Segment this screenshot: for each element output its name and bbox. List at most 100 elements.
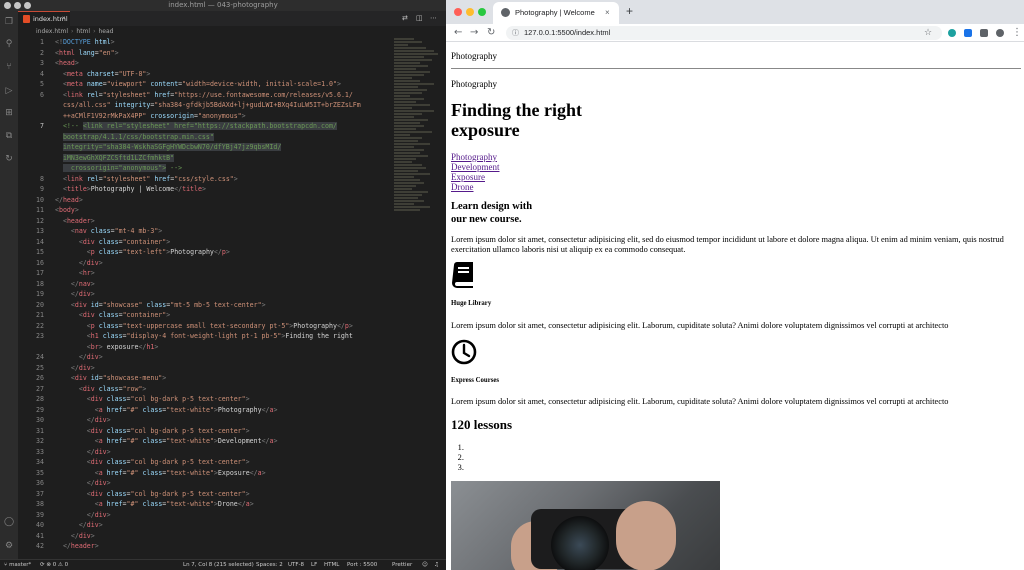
code-line[interactable]: 38 <a href="#" class="text-white">Drone<… <box>18 499 392 510</box>
puzzle-extensions-icon[interactable] <box>980 29 988 37</box>
url-text[interactable]: 127.0.0.1:5500/index.html <box>524 26 610 40</box>
account-icon[interactable]: ◯ <box>4 517 14 527</box>
breadcrumb-item[interactable]: head <box>98 28 113 35</box>
code-line[interactable]: 12 <header> <box>18 216 392 227</box>
breadcrumb-item[interactable]: html <box>76 28 90 35</box>
code-line[interactable]: 16 </div> <box>18 258 392 269</box>
back-arrow-icon[interactable]: ← <box>454 26 462 40</box>
code-line[interactable]: 39 </div> <box>18 510 392 521</box>
code-editor[interactable]: 1 <!DOCTYPE html> 2 <html lang="en"> 3 <head>… <box>18 37 392 559</box>
menu-link-exposure[interactable]: Exposure <box>451 172 500 182</box>
sync-icon[interactable]: ⟳ ⊗ 0 ⚠ 0 <box>40 560 68 570</box>
code-line[interactable]: 40 </div> <box>18 520 392 531</box>
info-icon[interactable]: ⓘ <box>512 26 519 40</box>
extension-icon[interactable] <box>964 29 972 37</box>
search-icon[interactable]: ⚲ <box>4 39 14 49</box>
more-actions-icon[interactable]: ⋯ <box>430 14 437 23</box>
code-line[interactable]: 28 <div class="col bg-dark p-5 text-cent… <box>18 394 392 405</box>
code-line[interactable]: 22 <p class="text-uppercase small text-s… <box>18 321 392 332</box>
minimap[interactable] <box>394 37 440 212</box>
code-line[interactable]: 3 <head> <box>18 58 392 69</box>
code-line[interactable]: ++aCMlF1V92rMkPaX4PP" crossorigin="anony… <box>18 111 392 122</box>
new-tab-button[interactable]: + <box>626 4 633 18</box>
language-mode[interactable]: HTML <box>324 560 339 570</box>
code-line[interactable]: 6 <link rel="stylesheet" href="https://u… <box>18 90 392 101</box>
code-line[interactable]: <br> exposure</h1> <box>18 342 392 353</box>
forward-arrow-icon[interactable]: → <box>470 26 478 40</box>
code-line[interactable]: 14 <div class="container"> <box>18 237 392 248</box>
branch-status[interactable]: ⑂ master* <box>4 560 31 570</box>
code-line[interactable]: 10 </head> <box>18 195 392 206</box>
encoding-status[interactable]: UTF-8 <box>288 560 304 570</box>
code-line[interactable]: 4 <meta charset="UTF-8"> <box>18 69 392 80</box>
remote-explorer-icon[interactable]: ⧉ <box>4 131 14 141</box>
settings-gear-icon[interactable]: ⚙ <box>4 541 14 551</box>
code-line[interactable]: 13 <nav class="mt-4 mb-3"> <box>18 226 392 237</box>
extension-icon[interactable] <box>948 29 956 37</box>
code-line[interactable]: 5 <meta name="viewport" content="width=d… <box>18 79 392 90</box>
code-line[interactable]: integrity="sha384-WskhaSGFgHYWDcbwN70/df… <box>18 142 392 153</box>
code-line[interactable]: 33 </div> <box>18 447 392 458</box>
prettier-status[interactable]: Prettier <box>392 560 412 570</box>
profile-avatar[interactable] <box>996 29 1004 37</box>
code-line[interactable]: 19 </div> <box>18 289 392 300</box>
code-line[interactable]: 26 <div id="showcase-menu"> <box>18 373 392 384</box>
live-share-icon[interactable]: ↻ <box>4 154 14 164</box>
eol-status[interactable]: LF <box>311 560 317 570</box>
tab-close-icon[interactable]: × <box>62 12 66 26</box>
maximize-window-icon[interactable] <box>478 8 486 16</box>
code-line[interactable]: 25 </div> <box>18 363 392 374</box>
indentation-status[interactable]: Spaces: 2 <box>256 560 283 570</box>
breadcrumb-item[interactable]: index.html <box>36 28 68 35</box>
code-line[interactable]: 31 <div class="col bg-dark p-5 text-cent… <box>18 426 392 437</box>
address-bar[interactable]: ⓘ 127.0.0.1:5500/index.html <box>506 26 942 40</box>
code-line[interactable]: 11 <body> <box>18 205 392 216</box>
code-line[interactable]: bootstrap/4.1.1/css/bootstrap.min.css" <box>18 132 392 143</box>
code-line[interactable]: 9 <title>Photography | Welcome</title> <box>18 184 392 195</box>
code-line[interactable]: iMN3ewGhXQFZCSftd1LZCfmhktB" <box>18 153 392 164</box>
bookmark-star-icon[interactable]: ☆ <box>924 26 932 40</box>
menu-link-development[interactable]: Development <box>451 162 500 172</box>
close-window-icon[interactable] <box>454 8 462 16</box>
menu-link-photography[interactable]: Photography <box>451 152 500 162</box>
code-line[interactable]: 27 <div class="row"> <box>18 384 392 395</box>
cursor-position[interactable]: Ln 7, Col 8 (215 selected) <box>183 560 254 570</box>
browser-tab[interactable]: Photography | Welcome × <box>493 2 619 24</box>
tab-close-icon[interactable]: × <box>605 2 610 24</box>
code-line[interactable]: 2 <html lang="en"> <box>18 48 392 59</box>
reload-icon[interactable]: ↻ <box>487 26 495 40</box>
code-line[interactable]: 8 <link rel="stylesheet" href="css/style… <box>18 174 392 185</box>
code-line[interactable]: 41 </div> <box>18 531 392 542</box>
code-line[interactable]: 29 <a href="#" class="text-white">Photog… <box>18 405 392 416</box>
open-changes-icon[interactable]: ⇄ <box>402 14 408 23</box>
source-control-icon[interactable]: ⑂ <box>4 62 14 72</box>
code-line[interactable]: 15 <p class="text-left">Photography</p> <box>18 247 392 258</box>
code-line[interactable]: 24 </div> <box>18 352 392 363</box>
tab-index-html[interactable]: index.html × <box>18 11 70 26</box>
code-line[interactable]: 23 <h1 class="display-4 font-weight-ligh… <box>18 331 392 342</box>
code-line[interactable]: css/all.css" integrity="sha384-gfdkjb5Bd… <box>18 100 392 111</box>
notifications-bell-icon[interactable]: ♫ <box>434 560 439 570</box>
code-line[interactable]: 42 </header> <box>18 541 392 552</box>
code-line[interactable]: 18 </nav> <box>18 279 392 290</box>
code-line[interactable]: 34 <div class="col bg-dark p-5 text-cent… <box>18 457 392 468</box>
split-editor-icon[interactable]: ◫ <box>416 14 423 23</box>
minimize-window-icon[interactable] <box>466 8 474 16</box>
feedback-icon[interactable]: ☺ <box>422 560 428 570</box>
explorer-icon[interactable]: ❐ <box>4 17 14 27</box>
code-line[interactable]: crossorigin="anonymous"> --> <box>18 163 392 174</box>
code-line[interactable]: 1 <!DOCTYPE html> <box>18 37 392 48</box>
extensions-icon[interactable]: ⊞ <box>4 108 14 118</box>
code-line[interactable]: 35 <a href="#" class="text-white">Exposu… <box>18 468 392 479</box>
code-line[interactable]: 37 <div class="col bg-dark p-5 text-cent… <box>18 489 392 500</box>
code-line[interactable]: 20 <div id="showcase" class="mt-5 mb-5 t… <box>18 300 392 311</box>
code-line[interactable]: 21 <div class="container"> <box>18 310 392 321</box>
run-debug-icon[interactable]: ▷ <box>4 86 14 96</box>
code-line[interactable]: 7 <!-- <link rel="stylesheet" href="http… <box>18 121 392 132</box>
live-server-port[interactable]: Port : 5500 <box>347 560 377 570</box>
kebab-menu-icon[interactable]: ⋮ <box>1012 26 1022 40</box>
code-line[interactable]: 17 <hr> <box>18 268 392 279</box>
menu-link-drone[interactable]: Drone <box>451 182 500 192</box>
code-line[interactable]: 32 <a href="#" class="text-white">Develo… <box>18 436 392 447</box>
code-line[interactable]: 30 </div> <box>18 415 392 426</box>
